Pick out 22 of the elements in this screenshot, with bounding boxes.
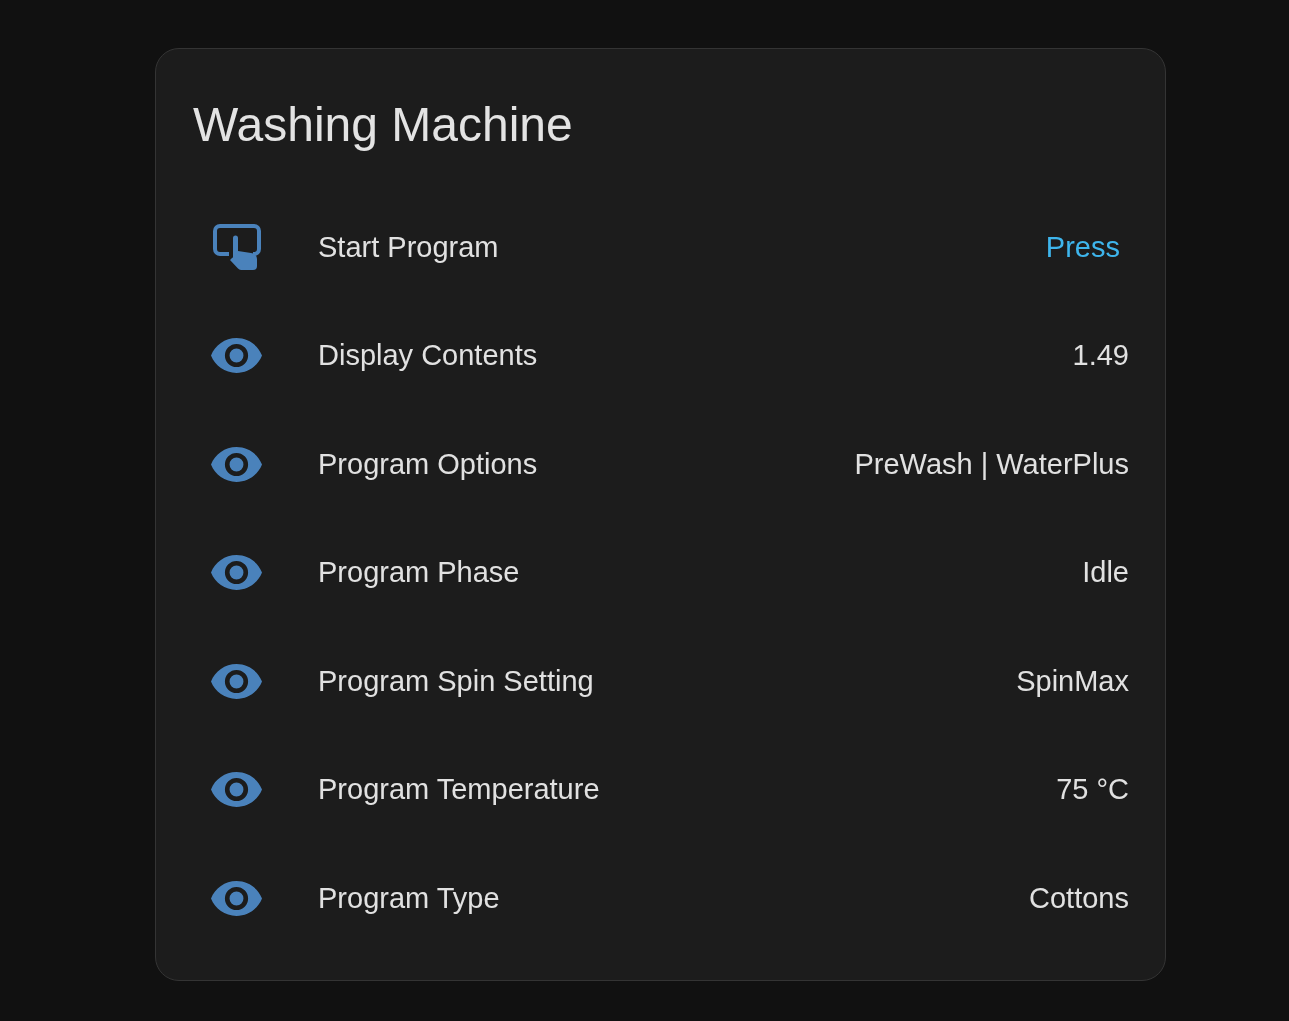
eye-icon [211,772,262,808]
press-button[interactable]: Press [1036,224,1129,270]
entity-value: Cottons [1029,881,1129,915]
entity-name: Program Options [318,447,538,481]
entity-value: SpinMax [1016,664,1129,698]
entity-name: Display Contents [318,339,538,373]
eye-icon [211,663,262,699]
entity-value: 75 °C [1056,773,1129,807]
card-title: Washing Machine [193,97,573,153]
entity-name: Program Spin Setting [318,664,594,698]
eye-icon [211,880,262,916]
eye-icon [211,555,262,591]
entity-name: Program Temperature [318,773,600,807]
entity-name: Start Program [318,230,499,264]
entity-value: 1.49 [1072,339,1129,373]
hand-tap-icon [212,224,261,271]
entity-value: PreWash | WaterPlus [854,447,1129,481]
entity-name: Program Phase [318,556,520,590]
entity-value: Idle [1082,556,1129,590]
entity-name: Program Type [318,881,500,915]
eye-icon [211,338,262,374]
eye-icon [211,446,262,482]
